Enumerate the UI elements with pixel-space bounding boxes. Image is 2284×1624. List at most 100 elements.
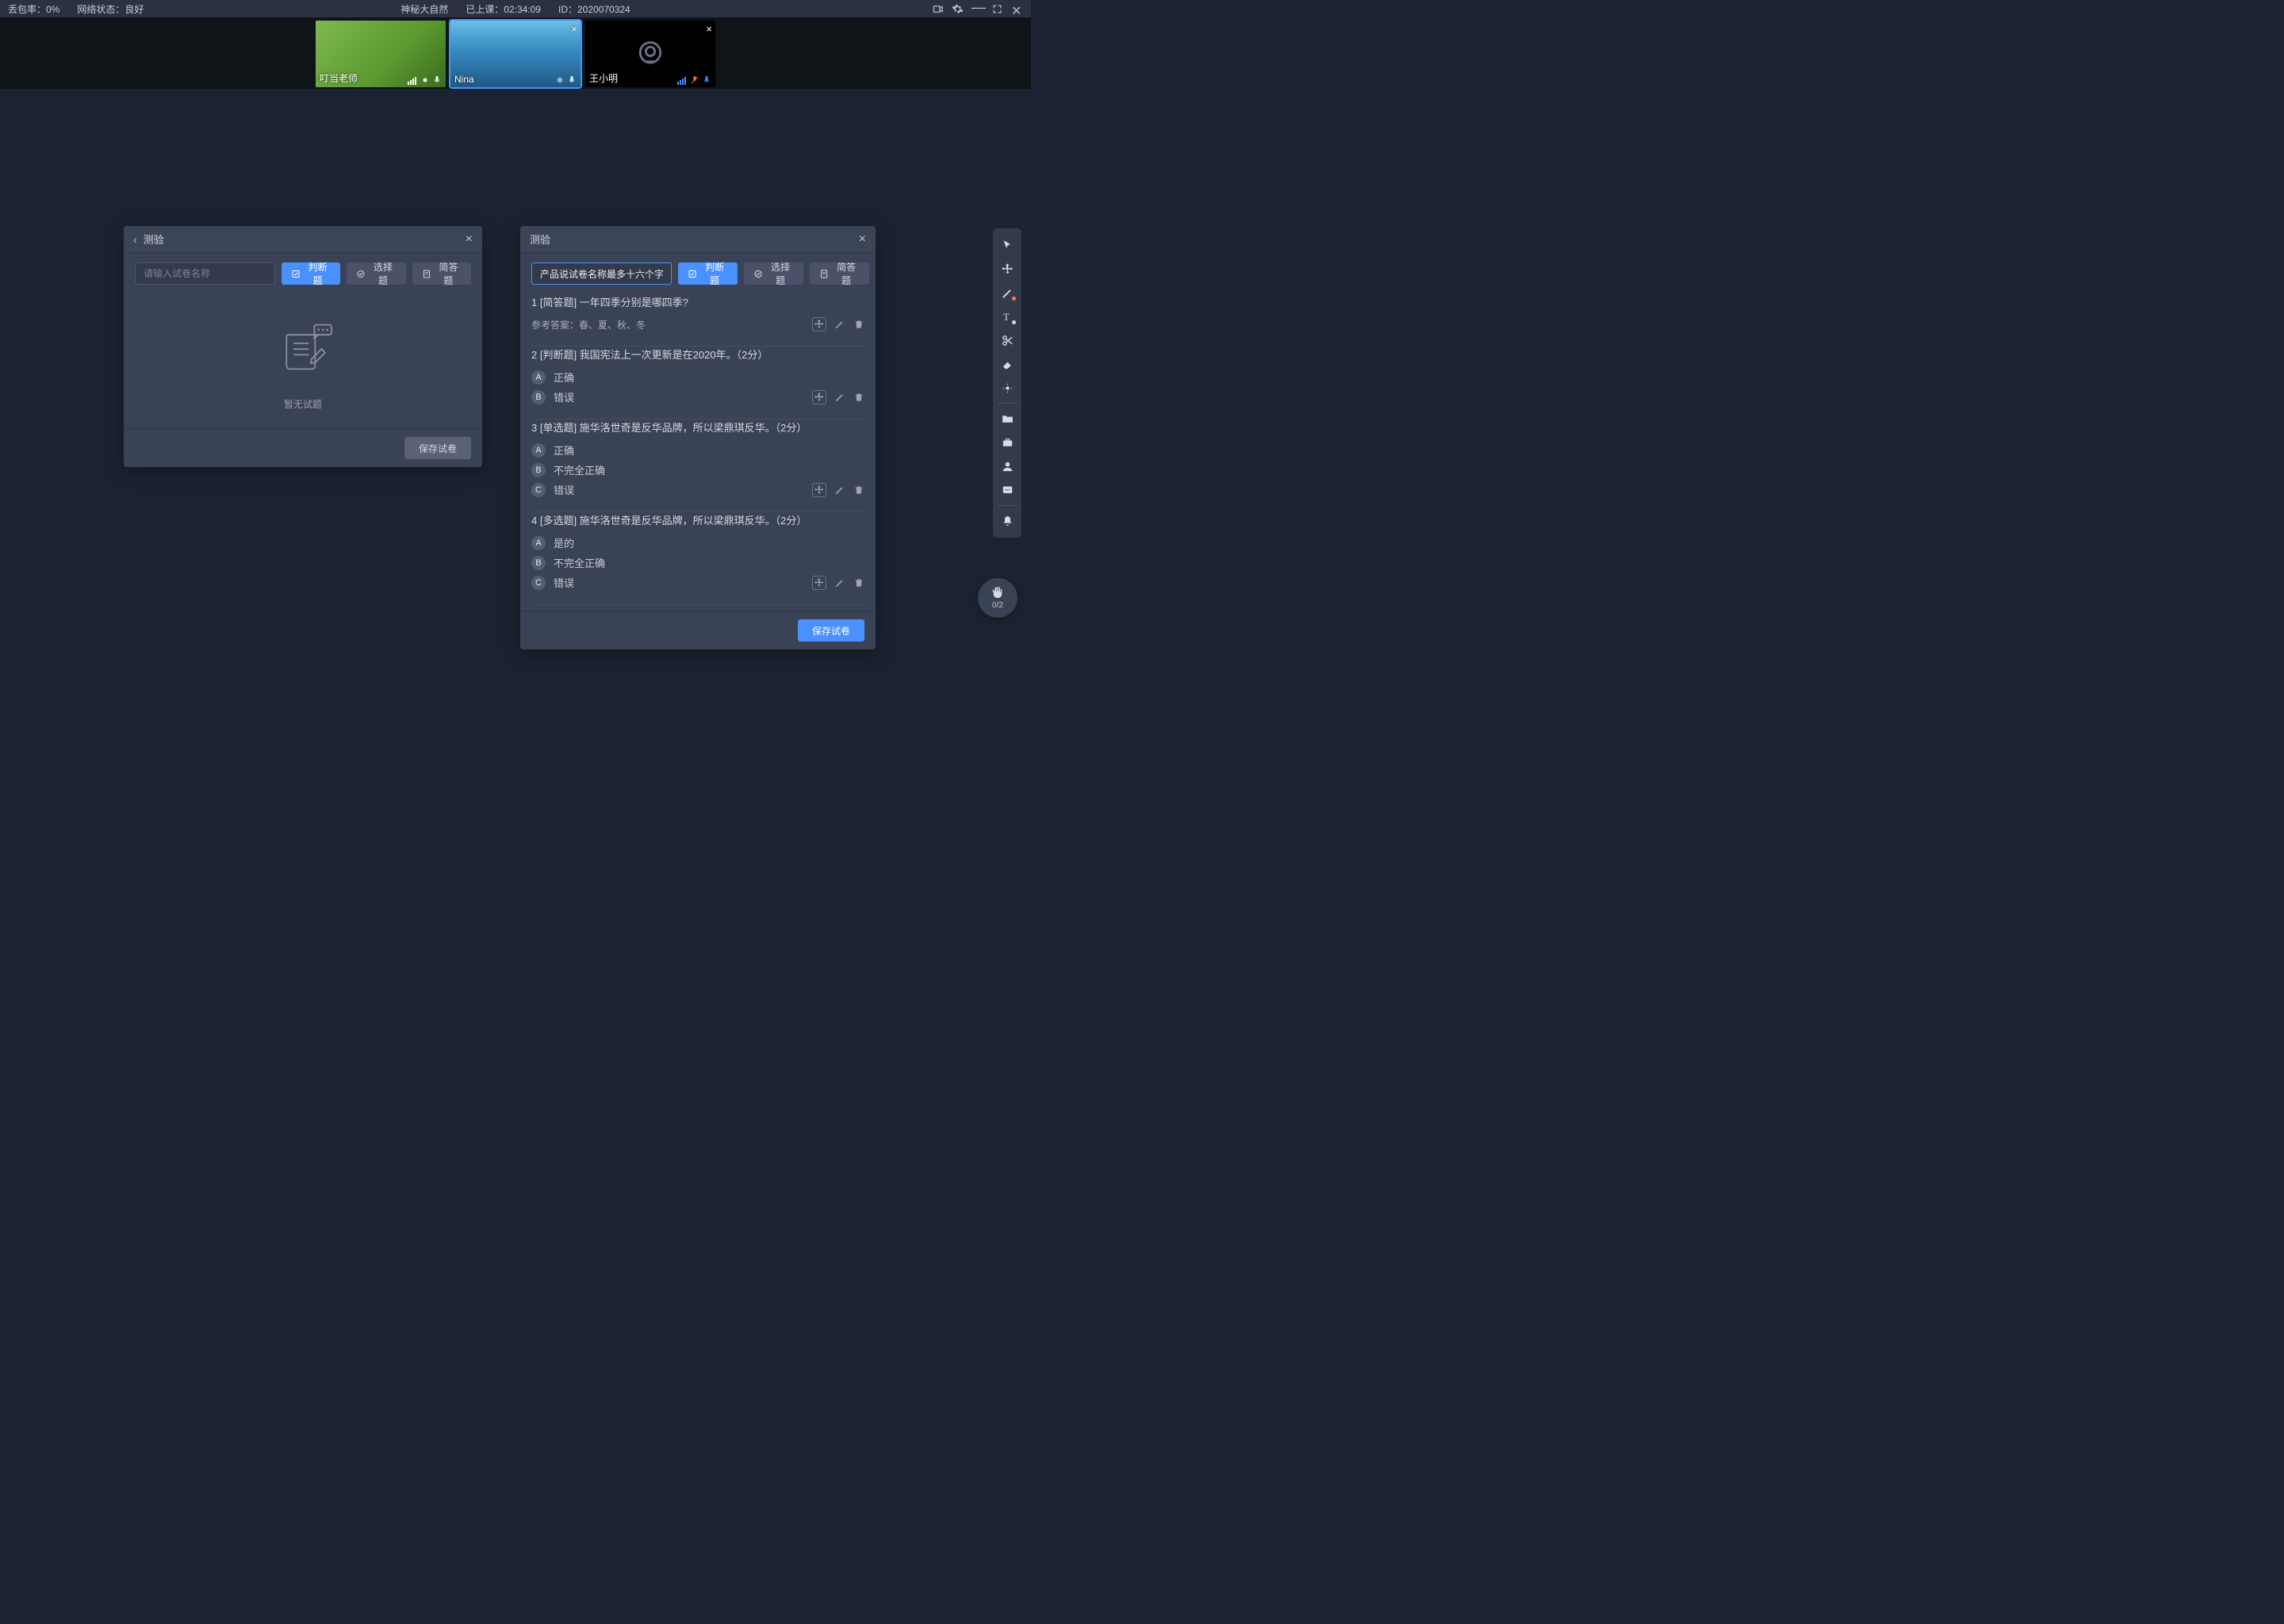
participant-name: Nina: [454, 74, 474, 85]
panel-header: 测验 ×: [520, 226, 876, 253]
drag-handle-icon[interactable]: [812, 483, 826, 497]
mic-icon: [702, 75, 711, 85]
tile-close-icon[interactable]: ×: [571, 23, 577, 35]
laser-tool[interactable]: [996, 377, 1018, 399]
users-tool[interactable]: [996, 455, 1018, 477]
mic-icon: [432, 75, 442, 85]
signal-icon: [408, 77, 416, 85]
question-title: 2 [判断题] 我国宪法上一次更新是在2020年。（2分）: [531, 347, 864, 362]
bell-tool[interactable]: [996, 510, 1018, 532]
panel-title: 测验: [530, 232, 550, 247]
signal-icon: [677, 77, 686, 85]
option-row[interactable]: C错误: [531, 482, 864, 497]
option-text: 不完全正确: [554, 462, 605, 477]
panel-close-icon[interactable]: ×: [859, 232, 866, 247]
video-tile-student[interactable]: × 王小明: [585, 21, 715, 87]
mic-icon: [567, 75, 577, 85]
badge-icon: [420, 75, 430, 85]
back-icon[interactable]: ‹: [133, 233, 137, 246]
option-row[interactable]: B 不完全正确: [531, 555, 864, 570]
video-tile-student[interactable]: × Nina: [450, 21, 581, 87]
delete-icon[interactable]: [853, 319, 864, 330]
quiz-name-input[interactable]: [135, 262, 275, 285]
packet-loss-label: 丢包率：0%: [8, 2, 59, 16]
delete-icon[interactable]: [853, 485, 864, 496]
pen-tool[interactable]: [996, 282, 1018, 304]
network-status-label: 网络状态：良好: [77, 2, 144, 16]
camera-off-icon: [637, 39, 664, 66]
tile-close-icon[interactable]: ×: [706, 23, 712, 35]
save-quiz-button[interactable]: 保存试卷: [404, 437, 471, 459]
elapsed-time: 已上课：02:34:09: [466, 2, 541, 16]
text-tool[interactable]: T: [996, 305, 1018, 327]
top-status-bar: 丢包率：0% 网络状态：良好 神秘大自然 已上课：02:34:09 ID：202…: [0, 0, 1031, 17]
button-label: 判断题: [305, 260, 331, 287]
option-row[interactable]: A是的: [531, 535, 864, 550]
fullscreen-icon[interactable]: [991, 3, 1003, 15]
add-judge-button[interactable]: 判断题: [282, 262, 340, 285]
cursor-tool[interactable]: [996, 234, 1018, 256]
save-quiz-button[interactable]: 保存试卷: [798, 619, 864, 642]
option-letter: B: [531, 556, 546, 570]
option-row[interactable]: A正确: [531, 442, 864, 458]
add-judge-button[interactable]: 判断题: [678, 262, 738, 285]
add-choice-button[interactable]: 选择题: [347, 262, 405, 285]
question-title: 1 [简答题] 一年四季分别是哪四季?: [531, 294, 864, 309]
raise-hand-button[interactable]: 0/2: [978, 578, 1017, 618]
question-block: 3 [单选题] 施华洛世奇是反华品牌，所以梁鼎琪反华。（2分） A正确 B不完全正确…: [531, 419, 864, 512]
color-dot-icon: [1012, 297, 1016, 301]
empty-illustration-icon: [267, 315, 339, 386]
toolbar-separator: [998, 403, 1017, 404]
delete-icon[interactable]: [853, 577, 864, 588]
move-tool[interactable]: [996, 258, 1018, 280]
panel-header: ‹ 测验 ×: [124, 226, 482, 253]
video-tile-row: 叮当老师 × Nina × 王小明: [0, 17, 1031, 89]
delete-icon[interactable]: [853, 392, 864, 403]
drag-handle-icon[interactable]: [812, 390, 826, 404]
folder-tool[interactable]: [996, 408, 1018, 430]
settings-icon[interactable]: [952, 3, 964, 15]
drag-handle-icon[interactable]: [812, 576, 826, 590]
question-title: 4 [多选题] 施华洛世奇是反华品牌，所以梁鼎琪反华。（2分）: [531, 512, 864, 527]
edit-icon[interactable]: [834, 392, 845, 403]
option-row[interactable]: A 正确: [531, 370, 864, 385]
quiz-name-input[interactable]: [531, 262, 672, 285]
close-window-icon[interactable]: ✕: [1011, 3, 1023, 15]
edit-icon[interactable]: [834, 485, 845, 496]
button-label: 选择题: [767, 260, 794, 287]
option-row[interactable]: B错误: [531, 389, 864, 404]
option-text: 正确: [554, 370, 574, 385]
button-label: 简答题: [435, 260, 462, 287]
add-short-answer-button[interactable]: 简答题: [810, 262, 869, 285]
option-text: 错误: [554, 482, 574, 497]
eraser-tool[interactable]: [996, 353, 1018, 375]
option-row[interactable]: B不完全正确: [531, 462, 864, 477]
question-list[interactable]: 1 [简答题] 一年四季分别是哪四季?参考答案：春、夏、秋、冬 2 [判断题] …: [531, 294, 869, 611]
toolbar-separator: [998, 505, 1017, 506]
tile-indicator-icons: [408, 75, 442, 85]
color-dot-icon: [1012, 320, 1016, 324]
option-letter: A: [531, 370, 546, 385]
question-title: 3 [单选题] 施华洛世奇是反华品牌，所以梁鼎琪反华。（2分）: [531, 419, 864, 435]
video-tile-teacher[interactable]: 叮当老师: [316, 21, 446, 87]
toolbox-tool[interactable]: [996, 431, 1018, 454]
empty-text: 暂无试题: [284, 397, 322, 411]
question-block: 1 [简答题] 一年四季分别是哪四季?参考答案：春、夏、秋、冬: [531, 294, 864, 347]
option-text: 不完全正确: [554, 555, 605, 570]
add-choice-button[interactable]: 选择题: [744, 262, 803, 285]
button-label: 简答题: [833, 260, 860, 287]
minimize-icon[interactable]: —: [971, 3, 983, 15]
option-text: 正确: [554, 442, 574, 458]
option-row[interactable]: C错误: [531, 575, 864, 590]
edit-icon[interactable]: [834, 577, 845, 588]
tile-indicator-icons: [555, 75, 577, 85]
option-letter: C: [531, 576, 546, 590]
scissors-tool[interactable]: [996, 329, 1018, 351]
quiz-panel-empty: ‹ 测验 × 判断题 选择题 简答题: [124, 226, 482, 467]
camera-toggle-icon[interactable]: [932, 3, 944, 15]
panel-close-icon[interactable]: ×: [466, 232, 473, 247]
add-short-answer-button[interactable]: 简答题: [412, 262, 471, 285]
edit-icon[interactable]: [834, 319, 845, 330]
drag-handle-icon[interactable]: [812, 317, 826, 331]
chat-tool[interactable]: [996, 479, 1018, 501]
